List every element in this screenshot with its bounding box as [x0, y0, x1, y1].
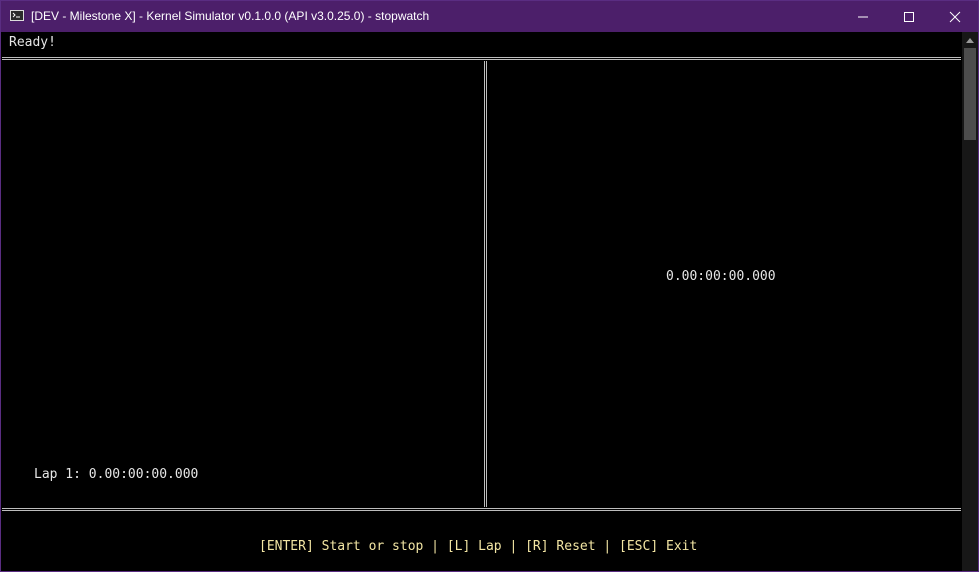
- maximize-icon: [904, 12, 914, 22]
- console-app-icon: [10, 10, 24, 21]
- scroll-up-button[interactable]: [962, 32, 978, 48]
- chevron-up-icon: [966, 38, 974, 43]
- status-text: Ready!: [9, 35, 56, 50]
- minimize-icon: [858, 16, 868, 18]
- bottom-divider: [2, 508, 961, 511]
- scroll-thumb[interactable]: [964, 48, 976, 140]
- maximize-button[interactable]: [886, 1, 932, 32]
- top-divider: [2, 57, 961, 60]
- lap-entry: Lap 1: 0.00:00:00.000: [34, 467, 199, 482]
- console-window: [DEV - Milestone X] - Kernel Simulator v…: [0, 0, 979, 572]
- minimize-button[interactable]: [840, 1, 886, 32]
- elapsed-time: 0.00:00:00.000: [666, 269, 776, 284]
- laps-pane: [3, 63, 484, 507]
- stopwatch-pane: [489, 63, 961, 507]
- close-icon: [949, 11, 961, 23]
- hotkey-bar: [ENTER] Start or stop | [L] Lap | [R] Re…: [259, 539, 698, 554]
- window-title: [DEV - Milestone X] - Kernel Simulator v…: [31, 9, 430, 23]
- pane-divider: [484, 61, 487, 507]
- vertical-scrollbar[interactable]: [962, 32, 978, 571]
- close-button[interactable]: [932, 1, 978, 32]
- title-bar[interactable]: [DEV - Milestone X] - Kernel Simulator v…: [1, 1, 978, 32]
